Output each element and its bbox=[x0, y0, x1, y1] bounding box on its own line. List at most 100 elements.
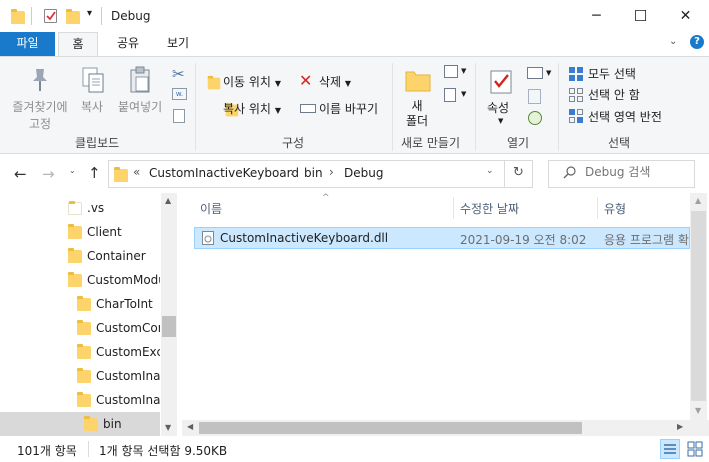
divider bbox=[101, 7, 102, 25]
address-bar[interactable]: « CustomInactiveKeyboard › bin › Debug ⌄… bbox=[108, 160, 533, 188]
tree-item-label: CustomControl bbox=[96, 321, 160, 335]
customize-quick-access-icon[interactable]: ▾ bbox=[87, 8, 92, 19]
tree-item[interactable]: CustomInactive bbox=[0, 364, 160, 388]
list-vertical-scrollbar[interactable]: ▲ ▼ bbox=[690, 193, 707, 420]
invert-selection-button[interactable]: 선택 영역 반전 bbox=[588, 108, 662, 125]
tree-item[interactable]: Container bbox=[0, 244, 160, 268]
copy-button[interactable]: 복사 bbox=[81, 98, 103, 115]
ribbon-tabs: 파일 홈 공유 보기 ⌄ ? bbox=[0, 32, 709, 57]
properties-quick-icon[interactable] bbox=[44, 9, 57, 23]
edit-icon[interactable] bbox=[528, 89, 541, 104]
breadcrumb-item[interactable]: CustomInactiveKeyboard bbox=[149, 166, 299, 180]
breadcrumb-separator[interactable]: › bbox=[329, 165, 334, 179]
new-folder-button[interactable]: 새 폴더 bbox=[404, 99, 430, 129]
tree-scrollbar[interactable]: ▲ ▼ bbox=[161, 193, 177, 436]
delete-label: 삭제 bbox=[319, 75, 342, 89]
navigation-pane[interactable]: .vs Client Container CustomModules CharT… bbox=[0, 193, 177, 436]
breadcrumb-separator[interactable]: › bbox=[290, 165, 295, 179]
move-to-icon bbox=[207, 75, 221, 90]
title-bar[interactable]: ▾ Debug ─ ☐ ✕ bbox=[0, 0, 709, 32]
folder-icon bbox=[84, 416, 98, 431]
forward-arrow-icon[interactable]: → bbox=[42, 165, 55, 183]
scroll-thumb[interactable] bbox=[691, 211, 706, 401]
window-title: Debug bbox=[111, 9, 151, 23]
tree-item[interactable]: CustomModules bbox=[0, 268, 160, 292]
list-horizontal-scrollbar[interactable]: ◀ ▶ bbox=[182, 420, 690, 436]
tree-item-label: CustomModules bbox=[87, 273, 160, 287]
properties-icon bbox=[489, 67, 513, 98]
scroll-thumb[interactable] bbox=[199, 422, 582, 434]
breadcrumb-item[interactable]: bin bbox=[304, 166, 323, 180]
tree-item[interactable]: CustomControl bbox=[0, 316, 160, 340]
address-dropdown-icon[interactable]: ⌄ bbox=[486, 166, 494, 176]
open-icon[interactable] bbox=[527, 67, 543, 79]
easy-access-icon[interactable] bbox=[444, 88, 456, 102]
refresh-icon[interactable]: ↻ bbox=[513, 165, 524, 180]
scroll-up-icon[interactable]: ▲ bbox=[695, 196, 701, 205]
group-separator bbox=[558, 63, 559, 151]
group-label-open: 열기 bbox=[507, 136, 530, 150]
search-box[interactable] bbox=[548, 160, 695, 188]
up-arrow-icon[interactable]: ↑ bbox=[88, 164, 101, 182]
large-icons-view-icon[interactable] bbox=[686, 440, 704, 461]
tree-item-label: CharToInt bbox=[96, 297, 153, 311]
back-arrow-icon[interactable]: ← bbox=[14, 165, 27, 183]
minimize-button[interactable]: ─ bbox=[574, 0, 619, 32]
column-header-type[interactable]: 유형 bbox=[604, 200, 626, 217]
tree-item-label: .vs bbox=[87, 201, 105, 215]
new-item-icon[interactable] bbox=[444, 65, 458, 78]
move-to-button[interactable]: 이동 위치 ▼ bbox=[223, 73, 281, 90]
rename-button[interactable]: 이름 바꾸기 bbox=[319, 100, 378, 117]
status-bar: 101개 항목 1개 항목 선택함 9.50KB bbox=[0, 437, 709, 462]
close-button[interactable]: ✕ bbox=[663, 0, 708, 32]
copy-path-icon[interactable]: w. bbox=[172, 88, 187, 100]
group-separator bbox=[195, 63, 196, 151]
select-none-button[interactable]: 선택 안 함 bbox=[588, 86, 640, 103]
search-input[interactable] bbox=[585, 165, 690, 179]
scroll-left-icon[interactable]: ◀ bbox=[187, 422, 193, 431]
maximize-button[interactable]: ☐ bbox=[618, 0, 663, 32]
paste-button[interactable]: 붙여넣기 bbox=[118, 98, 162, 115]
collapse-ribbon-icon[interactable]: ⌄ bbox=[669, 36, 677, 47]
tree-item[interactable]: CustomInactiveKeyboard bbox=[0, 388, 160, 412]
file-row[interactable]: CustomInactiveKeyboard.dll 2021-09-19 오전… bbox=[194, 227, 690, 249]
tab-view[interactable]: 보기 bbox=[156, 32, 200, 56]
column-divider[interactable] bbox=[453, 197, 454, 219]
tree-item[interactable]: CustomException bbox=[0, 340, 160, 364]
tab-file[interactable]: 파일 bbox=[0, 32, 55, 56]
tab-share[interactable]: 공유 bbox=[108, 32, 148, 56]
paste-shortcut-icon[interactable] bbox=[173, 109, 185, 123]
folder-icon bbox=[68, 201, 82, 215]
dropdown-arrow-icon: ▼ bbox=[461, 67, 467, 75]
column-header-name[interactable]: 이름 bbox=[200, 200, 222, 217]
details-view-icon[interactable] bbox=[660, 439, 680, 459]
cut-icon[interactable]: ✂ bbox=[172, 65, 185, 83]
tree-item[interactable]: .vs bbox=[0, 196, 160, 220]
tree-item-selected[interactable]: bin bbox=[0, 412, 160, 436]
scroll-down-icon[interactable]: ▼ bbox=[695, 406, 701, 415]
breadcrumb-item[interactable]: Debug bbox=[344, 166, 383, 180]
group-separator bbox=[392, 63, 393, 151]
scroll-right-icon[interactable]: ▶ bbox=[677, 422, 683, 431]
scroll-down-icon[interactable]: ▼ bbox=[165, 423, 171, 432]
tab-home[interactable]: 홈 bbox=[58, 32, 98, 57]
scroll-up-icon[interactable]: ▲ bbox=[165, 196, 171, 205]
tree-item[interactable]: Client bbox=[0, 220, 160, 244]
column-header-modified[interactable]: 수정한 날짜 bbox=[460, 200, 519, 217]
delete-button[interactable]: 삭제 ▼ bbox=[319, 73, 351, 90]
properties-button[interactable]: 속성 bbox=[487, 99, 509, 116]
pin-to-quick-access-button[interactable]: 즐겨찾기에 고정 bbox=[9, 98, 71, 132]
column-divider[interactable] bbox=[597, 197, 598, 219]
copy-to-button[interactable]: 복사 위치 ▼ bbox=[223, 100, 281, 117]
dropdown-arrow-icon: ▼ bbox=[344, 79, 352, 88]
new-folder-quick-icon[interactable] bbox=[66, 9, 80, 24]
help-icon[interactable]: ? bbox=[690, 35, 704, 49]
history-icon[interactable] bbox=[528, 111, 542, 125]
tree-item[interactable]: CharToInt bbox=[0, 292, 160, 316]
address-overflow[interactable]: « bbox=[133, 165, 140, 179]
select-all-button[interactable]: 모두 선택 bbox=[588, 65, 636, 82]
recent-locations-icon[interactable]: ⌄ bbox=[69, 166, 76, 175]
folder-icon bbox=[114, 167, 128, 182]
tree-item-label: CustomException bbox=[96, 345, 160, 359]
scroll-thumb[interactable] bbox=[162, 316, 176, 337]
